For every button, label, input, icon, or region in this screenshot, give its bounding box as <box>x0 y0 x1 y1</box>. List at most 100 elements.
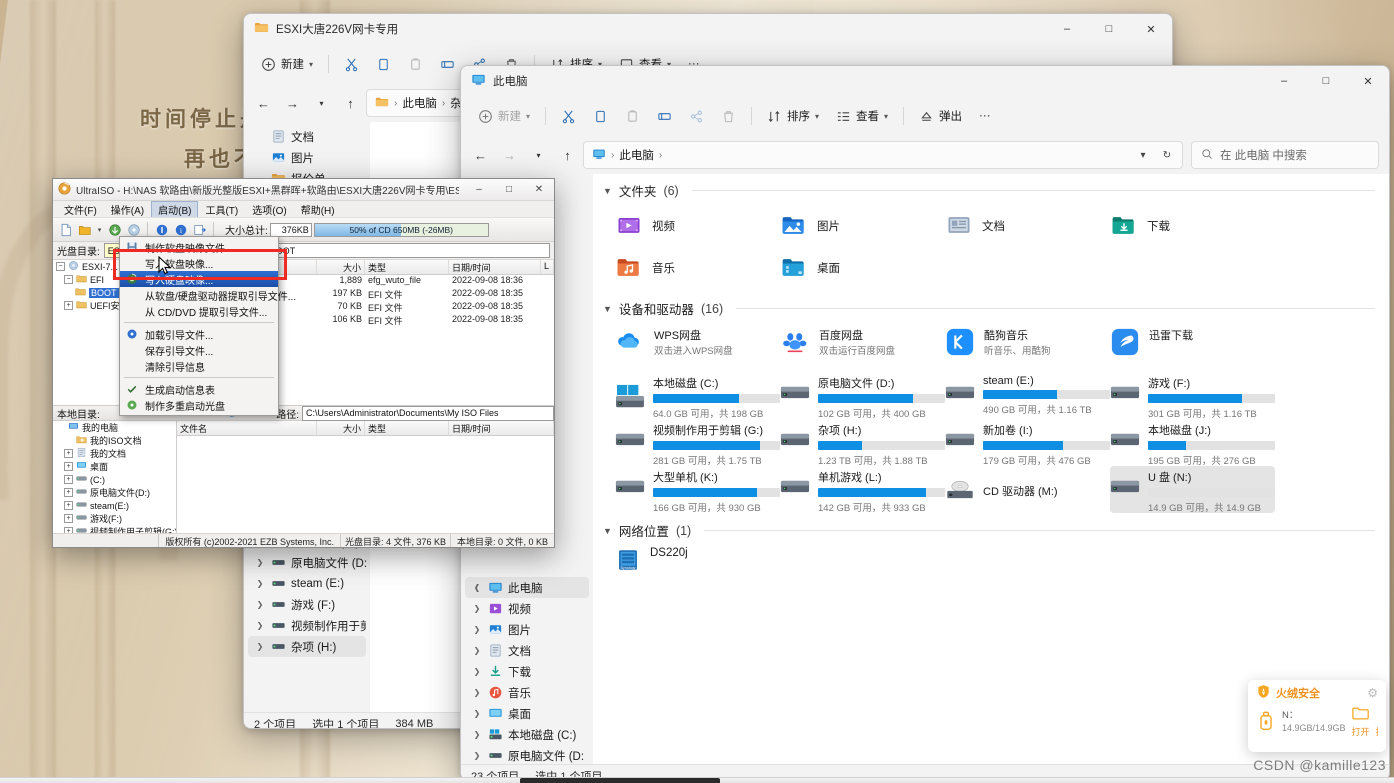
address-bar[interactable]: › 此电脑 › ▾ ↻ <box>583 141 1183 169</box>
maximize-button[interactable]: □ <box>1088 14 1130 44</box>
expand-toggle[interactable]: + <box>64 449 73 458</box>
menu-help[interactable]: 帮助(H) <box>294 201 342 218</box>
expand-toggle[interactable]: + <box>64 514 73 523</box>
menu-file[interactable]: 文件(F) <box>57 201 104 218</box>
local-path-value[interactable]: C:\Users\Administrator\Documents\My ISO … <box>302 405 554 421</box>
local-tree-item[interactable]: + 游戏(F:) <box>53 512 176 525</box>
sidebar-item-drive-h[interactable]: ❯ 杂项 (H:) <box>248 636 366 657</box>
expand-toggle[interactable]: + <box>64 527 73 533</box>
app-tile-wps-cloud[interactable]: WPS网盘 双击进入WPS网盘 <box>615 323 780 370</box>
local-file-list[interactable]: 文件名 大小 类型 日期/时间 <box>177 421 554 533</box>
local-tree-item[interactable]: + 我的文档 <box>53 447 176 460</box>
address-bar-actions[interactable]: ▾ ↻ <box>1132 144 1178 166</box>
menu-item[interactable]: 从 CD/DVD 提取引导文件... <box>120 303 278 319</box>
column-datetime[interactable]: 日期/时间 <box>449 421 554 435</box>
chevron-down-icon[interactable]: ▼ <box>603 304 612 314</box>
drive-tile[interactable]: 新加卷 (I:) 179 GB 可用，共 476 GB <box>945 419 1110 467</box>
expand-toggle[interactable]: + <box>64 501 73 510</box>
local-tree-item[interactable]: + 原电脑文件(D:) <box>53 486 176 499</box>
menu-item[interactable]: 加载引导文件... <box>120 326 278 342</box>
copy-button[interactable] <box>369 50 398 78</box>
open-dropdown-icon[interactable]: ▾ <box>95 220 104 239</box>
new-iso-icon[interactable] <box>57 220 74 239</box>
drive-tile[interactable]: U 盘 (N:) 14.9 GB 可用，共 14.9 GB <box>1110 466 1275 514</box>
menu-item[interactable]: 生成启动信息表 <box>120 381 278 397</box>
local-tree-item[interactable]: + (C:) <box>53 473 176 486</box>
taskbar-preview[interactable] <box>520 778 720 783</box>
network-tile-ds220j[interactable]: Synology DS220j <box>615 545 780 587</box>
taskbar[interactable] <box>0 777 1394 783</box>
folder-tile-downloads[interactable]: 下载 <box>1110 205 1275 247</box>
sidebar-item-documents[interactable]: 文档 <box>248 126 366 147</box>
close-button[interactable]: ✕ <box>1347 66 1389 96</box>
address-dropdown-icon[interactable]: ▾ <box>1132 144 1154 166</box>
sidebar-item-pictures[interactable]: 图片 <box>248 147 366 168</box>
huorong-scan-action[interactable]: 扫 <box>1376 706 1378 738</box>
local-tree-item[interactable]: 我的电脑 <box>53 421 176 434</box>
drive-tile[interactable]: 本地磁盘 (C:) 64.0 GB 可用，共 198 GB <box>615 372 780 420</box>
cut-button[interactable] <box>554 102 583 130</box>
column-type[interactable]: 类型 <box>365 260 449 274</box>
back-button[interactable]: ← <box>467 142 494 169</box>
app-tile-thunder-download[interactable]: 迅雷下载 <box>1110 323 1275 370</box>
huorong-open-action[interactable]: 打开 <box>1352 706 1370 738</box>
close-button[interactable]: ✕ <box>524 179 554 200</box>
menu-boot[interactable]: 启动(B) <box>151 201 199 217</box>
sidebar-item-pictures[interactable]: ❯ 图片 <box>465 619 589 640</box>
menu-item[interactable]: 写入硬盘映像... <box>120 271 278 287</box>
chevron-down-icon[interactable]: ▼ <box>603 186 612 196</box>
app-tile-baidu-netdisk[interactable]: 百度网盘 双击运行百度网盘 <box>780 323 945 370</box>
sidebar-item-videos[interactable]: ❯ 视频 <box>465 598 589 619</box>
menu-item[interactable]: 清除引导信息 <box>120 358 278 374</box>
local-tree-item[interactable]: 我的ISO文档 <box>53 434 176 447</box>
sidebar-item-local-disk-c[interactable]: ❯ 本地磁盘 (C:) <box>465 724 589 745</box>
search-input[interactable]: 在 此电脑 中搜索 <box>1191 141 1379 169</box>
menu-item[interactable]: 制作软盘映像文件... <box>120 239 278 255</box>
rename-button[interactable] <box>433 50 462 78</box>
app-tile-kugou-music[interactable]: 酷狗音乐 听音乐、用酷狗 <box>945 323 1110 370</box>
recent-dropdown-button[interactable]: ▾ <box>308 90 335 117</box>
breadcrumb-item-0[interactable]: 此电脑 <box>402 95 437 111</box>
menu-item[interactable]: 保存引导文件... <box>120 342 278 358</box>
menu-actions[interactable]: 操作(A) <box>104 201 151 218</box>
drive-tile[interactable]: steam (E:) 490 GB 可用，共 1.16 TB <box>945 372 1110 419</box>
drive-tile[interactable]: 原电脑文件 (D:) 102 GB 可用，共 400 GB <box>780 372 945 420</box>
column-datetime[interactable]: 日期/时间 <box>449 260 541 274</box>
delete-button[interactable] <box>714 102 743 130</box>
view-button[interactable]: 查看 ▾ <box>829 102 895 130</box>
new-button[interactable]: 新建 ▾ <box>471 102 537 130</box>
file-list-pane[interactable]: ▼ 文件夹 (6) 视频 图片 文档 下载 音乐 桌面 ▼ 设备和驱动器 (16… <box>593 174 1389 764</box>
more-button[interactable]: ··· <box>972 102 998 130</box>
drive-tile[interactable]: 单机游戏 (L:) 142 GB 可用，共 933 GB <box>780 466 945 514</box>
drive-tile[interactable]: 杂项 (H:) 1.23 TB 可用，共 1.88 TB <box>780 419 945 467</box>
paste-button[interactable] <box>618 102 647 130</box>
window-controls[interactable]: – □ ✕ <box>464 179 554 200</box>
folder-tile-documents[interactable]: 文档 <box>945 205 1110 247</box>
local-tree[interactable]: 我的电脑 我的ISO文档 + 我的文档 + 桌面 + (C:) + 原电脑文件(D:) + steam… <box>53 421 177 533</box>
local-list-header[interactable]: 文件名 大小 类型 日期/时间 <box>177 421 554 436</box>
sidebar-item-drive-d[interactable]: ❯ 原电脑文件 (D:) <box>248 552 366 573</box>
sidebar-item-documents[interactable]: ❯ 文档 <box>465 640 589 661</box>
sidebar-item-this-pc[interactable]: ❰ 此电脑 <box>465 577 589 598</box>
copy-button[interactable] <box>586 102 615 130</box>
group-header-network[interactable]: ▼ 网络位置 (1) <box>593 513 1389 543</box>
drive-tile[interactable]: 游戏 (F:) 301 GB 可用，共 1.16 TB <box>1110 372 1275 420</box>
sidebar-item-drive-e[interactable]: ❯ steam (E:) <box>248 573 366 594</box>
folder-tile-desktop[interactable]: 桌面 <box>780 247 945 289</box>
titlebar[interactable]: 此电脑 – □ ✕ <box>461 66 1389 96</box>
titlebar[interactable]: UltraISO - H:\NAS 软路由\新版光整版ESXI+黑群晖+软路由\… <box>53 179 554 201</box>
sidebar-item-downloads[interactable]: ❯ 下载 <box>465 661 589 682</box>
sidebar-item-drive-g[interactable]: ❯ 视频制作用于剪辑 <box>248 615 366 636</box>
column-size[interactable]: 大小 <box>317 260 365 274</box>
folder-tile-videos[interactable]: 视频 <box>615 205 780 247</box>
eject-button[interactable]: 弹出 <box>912 102 969 130</box>
navigation-bar[interactable]: ← → ▾ ↑ › 此电脑 › ▾ ↻ 在 此电脑 中搜索 <box>461 136 1389 174</box>
minimize-button[interactable]: – <box>1263 66 1305 96</box>
network-grid[interactable]: Synology DS220j <box>593 543 1389 587</box>
up-button[interactable]: ↑ <box>337 90 364 117</box>
rename-button[interactable] <box>650 102 679 130</box>
refresh-icon[interactable]: ↻ <box>1156 144 1178 166</box>
local-tree-item[interactable]: + steam(E:) <box>53 499 176 512</box>
recent-dropdown-button[interactable]: ▾ <box>525 142 552 169</box>
forward-button[interactable]: → <box>279 90 306 117</box>
